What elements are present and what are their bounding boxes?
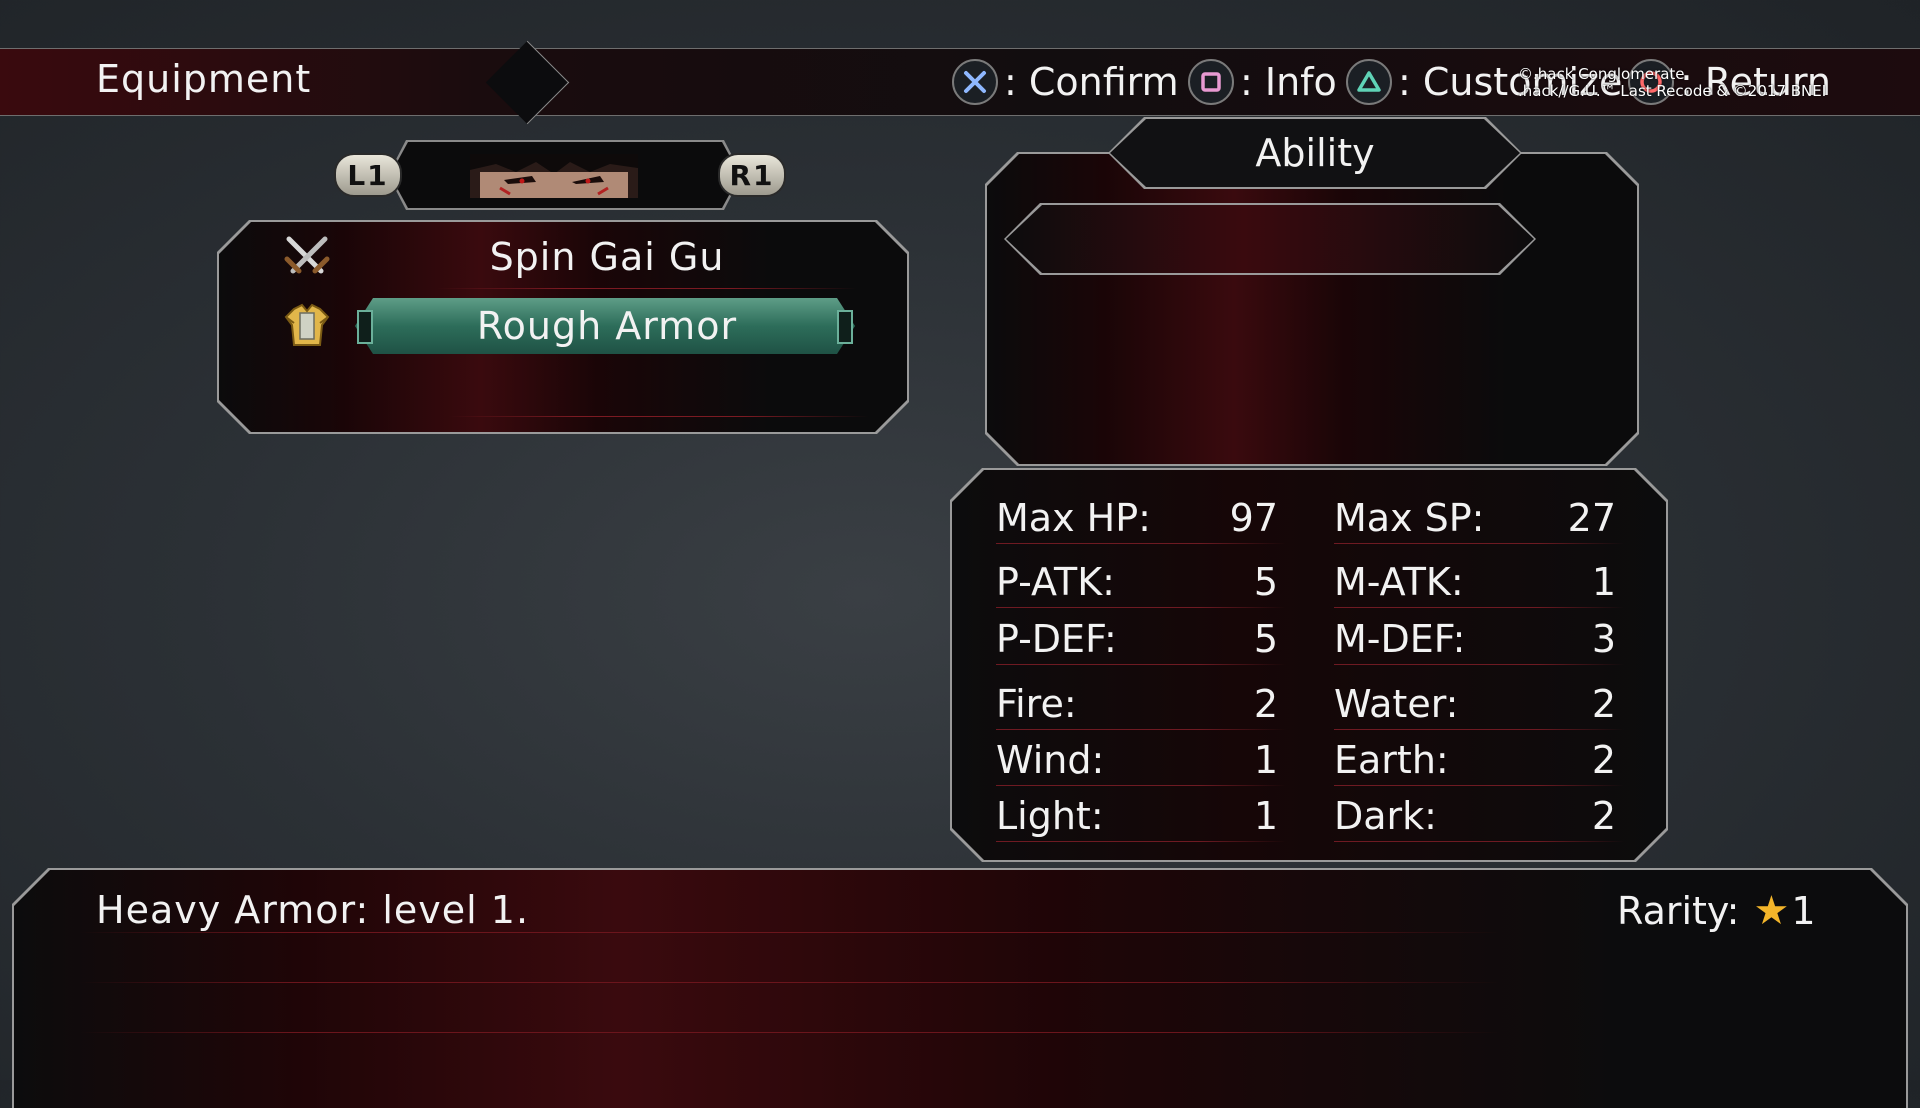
stat-dark: Dark: 2 — [1334, 790, 1624, 842]
info-hint-label: : Info — [1240, 60, 1337, 104]
armor-name: Rough Armor — [476, 304, 738, 348]
stat-earth: Earth: 2 — [1334, 734, 1624, 786]
ability-header: Ability — [1108, 117, 1522, 189]
title-diamond-ornament — [485, 40, 570, 125]
stat-light: Light: 1 — [996, 790, 1286, 842]
crossed-swords-icon — [277, 227, 337, 287]
ability-slot-value — [1006, 205, 1534, 273]
stat-p-def: P-DEF: 5 — [996, 613, 1286, 665]
info-hint[interactable]: : Info — [1188, 59, 1337, 105]
confirm-hint-label: : Confirm — [1004, 60, 1179, 104]
heavy-armor-icon — [277, 296, 337, 356]
confirm-hint[interactable]: : Confirm — [952, 59, 1179, 105]
equipment-panel: Spin Gai Gu Rough Armor — [217, 220, 909, 434]
stat-wind: Wind: 1 — [996, 734, 1286, 786]
stat-m-atk: M-ATK: 1 — [1334, 556, 1624, 608]
triangle-button-icon — [1346, 59, 1392, 105]
ability-slot[interactable] — [1004, 203, 1536, 275]
rarity-value: 1 — [1791, 889, 1816, 933]
stat-max-hp: Max HP: 97 — [996, 492, 1286, 544]
screen-title: Equipment — [96, 57, 312, 101]
copyright-notice: ©.hack Conglomerate .hack//G.U.™ Last Re… — [1518, 65, 1827, 100]
r1-button[interactable]: R1 — [718, 153, 786, 197]
armor-slot[interactable]: Rough Armor — [277, 295, 877, 357]
rarity-label: Rarity: — [1617, 889, 1740, 933]
stat-p-atk: P-ATK: 5 — [996, 556, 1286, 608]
character-portrait-icon — [470, 154, 638, 198]
stat-fire: Fire: 2 — [996, 678, 1286, 730]
weapon-slot[interactable]: Spin Gai Gu — [277, 226, 877, 288]
ability-panel — [985, 152, 1639, 466]
cross-button-icon — [952, 59, 998, 105]
square-button-icon — [1188, 59, 1234, 105]
item-description: Heavy Armor: level 1. — [96, 888, 530, 932]
stat-water: Water: 2 — [1334, 678, 1624, 730]
star-icon: ★ — [1753, 888, 1790, 934]
stat-max-sp: Max SP: 27 — [1334, 492, 1624, 544]
ability-title: Ability — [1110, 119, 1520, 187]
weapon-name: Spin Gai Gu — [489, 235, 725, 279]
stats-panel: Max HP: 97 Max SP: 27 P-ATK: 5 M-ATK: 1 P-DE… — [950, 468, 1668, 862]
rarity-display: Rarity: ★ 1 — [1617, 888, 1816, 934]
l1-button[interactable]: L1 — [334, 153, 402, 197]
stat-m-def: M-DEF: 3 — [1334, 613, 1624, 665]
